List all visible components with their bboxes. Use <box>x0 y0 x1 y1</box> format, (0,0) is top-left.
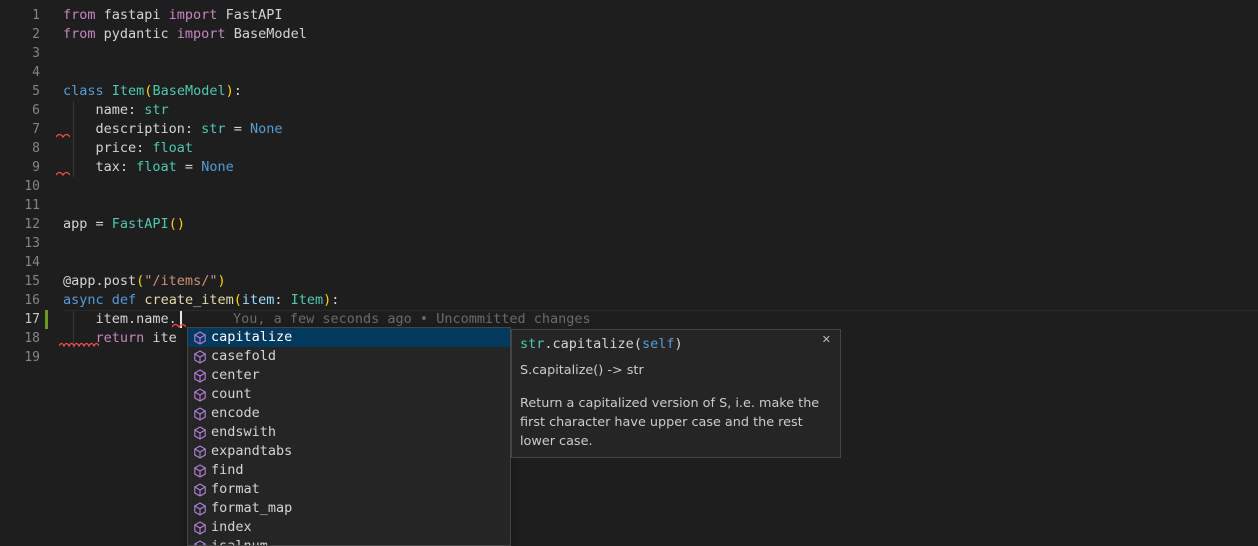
code-line[interactable]: 1 from fastapi import FastAPI <box>0 6 1258 25</box>
suggestion-label: center <box>211 366 260 385</box>
code-line[interactable]: 9 tax: float = None <box>0 158 1258 177</box>
suggestion-item-casefold[interactable]: casefold <box>188 347 510 366</box>
symbol-method-icon <box>192 463 208 479</box>
suggestion-item-isalnum[interactable]: isalnum <box>188 537 510 546</box>
code-editor[interactable]: 1 from fastapi import FastAPI 2 from pydant… <box>0 0 1258 546</box>
code-line[interactable]: 3 <box>0 44 1258 63</box>
code-line-text: class Item(BaseModel): <box>63 82 242 101</box>
code-line-text: price: float <box>63 139 193 158</box>
symbol-method-icon <box>192 425 208 441</box>
code-line[interactable]: 12 app = FastAPI() <box>0 215 1258 234</box>
suggestion-label: encode <box>211 404 260 423</box>
line-number[interactable]: 4 <box>0 63 40 82</box>
code-line-text: @app.post("/items/") <box>63 272 226 291</box>
suggestion-item-find[interactable]: find <box>188 461 510 480</box>
close-icon[interactable]: ✕ <box>822 333 831 346</box>
symbol-method-icon <box>192 520 208 536</box>
code-line-text: description: str = None <box>63 120 282 139</box>
line-number[interactable]: 9 <box>0 158 40 177</box>
suggestion-label: format_map <box>211 499 292 518</box>
error-squiggle-icon <box>56 132 70 138</box>
code-line-text: from pydantic import BaseModel <box>63 25 307 44</box>
code-line[interactable]: 16 async def create_item(item: Item): <box>0 291 1258 310</box>
suggestion-label: capitalize <box>211 328 292 347</box>
suggestion-item-capitalize[interactable]: capitalize <box>188 328 510 347</box>
code-line[interactable]: 11 <box>0 196 1258 215</box>
suggestion-label: endswith <box>211 423 276 442</box>
symbol-method-icon <box>192 330 208 346</box>
suggestion-docs-panel: str.capitalize(self) ✕ S.capitalize() ->… <box>511 329 841 458</box>
symbol-method-icon <box>192 349 208 365</box>
line-number[interactable]: 1 <box>0 6 40 25</box>
line-number[interactable]: 16 <box>0 291 40 310</box>
suggestion-label: casefold <box>211 347 276 366</box>
code-line[interactable]: 8 price: float <box>0 139 1258 158</box>
code-line[interactable]: 15 @app.post("/items/") <box>0 272 1258 291</box>
line-number[interactable]: 12 <box>0 215 40 234</box>
suggestion-item-format_map[interactable]: format_map <box>188 499 510 518</box>
symbol-method-icon <box>192 482 208 498</box>
error-squiggle-icon <box>172 322 186 328</box>
symbol-method-icon <box>192 387 208 403</box>
line-number[interactable]: 13 <box>0 234 40 253</box>
docs-description: Return a capitalized version of S, i.e. … <box>520 394 834 451</box>
autocomplete-popup[interactable]: capitalize casefold center count encode … <box>187 327 511 546</box>
code-line-text: app = FastAPI() <box>63 215 185 234</box>
error-squiggle-icon <box>59 341 99 347</box>
suggestion-item-center[interactable]: center <box>188 366 510 385</box>
line-number[interactable]: 17 <box>0 310 40 329</box>
code-line[interactable]: 6 name: str <box>0 101 1258 120</box>
symbol-method-icon <box>192 539 208 546</box>
code-line-text: from fastapi import FastAPI <box>63 6 282 25</box>
method-signature: str.capitalize(self) <box>520 335 683 354</box>
line-number[interactable]: 15 <box>0 272 40 291</box>
suggestion-label: format <box>211 480 260 499</box>
line-number[interactable]: 18 <box>0 329 40 348</box>
line-number[interactable]: 14 <box>0 253 40 272</box>
line-number[interactable]: 10 <box>0 177 40 196</box>
line-number[interactable]: 8 <box>0 139 40 158</box>
suggestion-label: find <box>211 461 244 480</box>
code-line-text: tax: float = None <box>63 158 234 177</box>
symbol-method-icon <box>192 368 208 384</box>
symbol-method-icon <box>192 444 208 460</box>
code-line[interactable]: 14 <box>0 253 1258 272</box>
line-number[interactable]: 11 <box>0 196 40 215</box>
line-number[interactable]: 3 <box>0 44 40 63</box>
code-line-text: name: str <box>63 101 169 120</box>
suggestion-item-index[interactable]: index <box>188 518 510 537</box>
suggestion-item-expandtabs[interactable]: expandtabs <box>188 442 510 461</box>
symbol-method-icon <box>192 501 208 517</box>
line-number[interactable]: 5 <box>0 82 40 101</box>
code-line[interactable]: 13 <box>0 234 1258 253</box>
suggestion-label: index <box>211 518 252 537</box>
code-line[interactable]: 10 <box>0 177 1258 196</box>
code-line[interactable]: 4 <box>0 63 1258 82</box>
code-line-text: async def create_item(item: Item): <box>63 291 339 310</box>
suggestion-label: expandtabs <box>211 442 292 461</box>
suggestion-item-count[interactable]: count <box>188 385 510 404</box>
suggestion-item-endswith[interactable]: endswith <box>188 423 510 442</box>
line-number[interactable]: 6 <box>0 101 40 120</box>
code-line[interactable]: 5 class Item(BaseModel): <box>0 82 1258 101</box>
line-number[interactable]: 2 <box>0 25 40 44</box>
error-squiggle-icon <box>56 170 70 176</box>
code-line[interactable]: 2 from pydantic import BaseModel <box>0 25 1258 44</box>
suggestion-item-format[interactable]: format <box>188 480 510 499</box>
code-line[interactable]: 7 description: str = None <box>0 120 1258 139</box>
line-number[interactable]: 7 <box>0 120 40 139</box>
symbol-method-icon <box>192 406 208 422</box>
line-number[interactable]: 19 <box>0 348 40 367</box>
gutter-added-indicator <box>45 310 48 329</box>
suggestion-label: count <box>211 385 252 404</box>
docs-summary: S.capitalize() -> str <box>520 361 834 380</box>
code-line-text: item.name. <box>63 310 177 329</box>
suggestion-item-encode[interactable]: encode <box>188 404 510 423</box>
suggestion-label: isalnum <box>211 537 268 546</box>
